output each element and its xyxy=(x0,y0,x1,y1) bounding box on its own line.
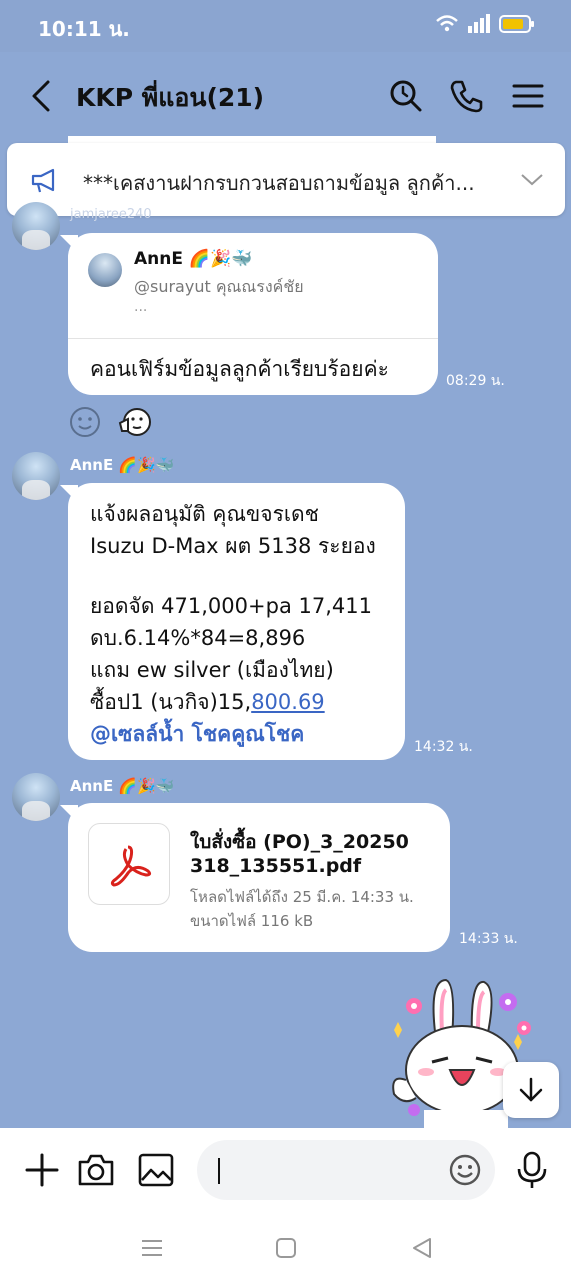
reply-ellipsis: ... xyxy=(134,299,148,315)
avatar[interactable] xyxy=(12,202,60,250)
menu-icon[interactable] xyxy=(508,76,548,116)
home-icon[interactable] xyxy=(272,1234,300,1262)
message-line: Isuzu D-Max ผต 5138 ระยอง xyxy=(90,534,376,558)
message-text: คอนเฟิร์มข้อมูลลูกค้าเรียบร้อยค่ะ xyxy=(90,357,389,381)
announcement-text: ***เคสงานฝากรบกวนสอบถามข้อมูล ลูกค้า... xyxy=(83,171,475,195)
message-bubble-reply[interactable]: AnnE 🌈🎉🐳 @surayut คุณณรงค์ชัย ... คอนเฟิ… xyxy=(68,233,438,395)
chat-header: KKP พี่แอน(21) xyxy=(0,52,571,138)
wifi-icon xyxy=(436,15,458,32)
camera-icon[interactable] xyxy=(76,1150,116,1190)
image-icon[interactable] xyxy=(136,1150,176,1190)
status-bar: 10:11 น. xyxy=(0,0,571,52)
message-line: แถม ew silver (เมืองไทย) xyxy=(90,658,334,682)
status-icons xyxy=(435,14,535,34)
back-nav-icon[interactable] xyxy=(408,1234,436,1262)
chevron-down-icon[interactable] xyxy=(519,169,545,189)
battery-icon xyxy=(499,15,534,33)
search-icon[interactable] xyxy=(386,76,426,116)
reply-avatar xyxy=(88,253,122,287)
add-reaction-icon[interactable] xyxy=(68,405,102,439)
plus-icon[interactable] xyxy=(22,1150,62,1190)
file-expiry: โหลดไฟล์ได้ถึง 25 มี.ค. 14:33 น. xyxy=(190,888,414,906)
pdf-icon xyxy=(110,845,152,887)
message-time: 08:29 น. xyxy=(446,373,505,389)
reply-sender-name: AnnE 🌈🎉🐳 xyxy=(134,249,253,269)
file-name-line-2: 318_135551.pdf xyxy=(190,855,362,877)
message-line: แจ้งผลอนุมัติ คุณขจรเดช xyxy=(90,502,319,526)
file-size: ขนาดไฟล์ 116 kB xyxy=(190,912,314,930)
megaphone-icon xyxy=(31,168,55,193)
mention-link[interactable]: @เซลล์น้ำ โชคคูณโชค xyxy=(90,718,304,751)
arrow-down-icon xyxy=(519,1077,543,1102)
message-line: ซื้อป1 (นวกิจ)15,800.69 xyxy=(90,686,325,719)
avatar[interactable] xyxy=(12,452,60,500)
message-composer xyxy=(0,1128,571,1216)
message-line-prefix: ซื้อป1 (นวกิจ)15, xyxy=(90,690,252,714)
recent-apps-icon[interactable] xyxy=(138,1234,166,1262)
message-time: 14:33 น. xyxy=(459,931,518,947)
file-name-line-1: ใบสั่งซื้อ (PO)_3_20250 xyxy=(190,831,409,853)
scroll-to-bottom-button[interactable] xyxy=(503,1062,559,1118)
announcement-banner[interactable]: ***เคสงานฝากรบกวนสอบถามข้อมูล ลูกค้า... xyxy=(7,143,565,216)
pdf-file-thumbnail[interactable] xyxy=(88,823,170,905)
message-bubble-approval[interactable]: แจ้งผลอนุมัติ คุณขจรเดช Isuzu D-Max ผต 5… xyxy=(68,483,405,760)
sender-name: AnnE 🌈🎉🐳 xyxy=(70,456,175,474)
message-time: 14:32 น. xyxy=(414,739,473,755)
file-message-bubble[interactable]: ใบสั่งซื้อ (PO)_3_20250 318_135551.pdf โ… xyxy=(68,803,450,952)
message-line: ยอดจัด 471,000+pa 17,411 xyxy=(90,594,372,618)
phone-icon[interactable] xyxy=(446,76,486,116)
sender-name: AnnE 🌈🎉🐳 xyxy=(70,777,175,795)
text-cursor xyxy=(218,1158,220,1184)
reply-preview-text: @surayut คุณณรงค์ชัย xyxy=(134,277,304,296)
sender-name: jamjaree240 xyxy=(70,207,152,222)
system-nav-bar xyxy=(0,1216,571,1280)
message-line: ดบ.6.14%*84=8,896 xyxy=(90,626,306,650)
status-time: 10:11 น. xyxy=(38,17,130,41)
emoji-icon[interactable] xyxy=(447,1152,483,1188)
reply-divider xyxy=(68,338,438,339)
chat-title: KKP พี่แอน(21) xyxy=(76,83,265,112)
microphone-icon[interactable] xyxy=(512,1150,552,1190)
signal-icon xyxy=(468,14,490,33)
back-icon[interactable] xyxy=(26,76,58,116)
reaction-emoji-icon[interactable] xyxy=(118,405,152,439)
avatar[interactable] xyxy=(12,773,60,821)
phone-number-link[interactable]: 800.69 xyxy=(251,690,324,714)
